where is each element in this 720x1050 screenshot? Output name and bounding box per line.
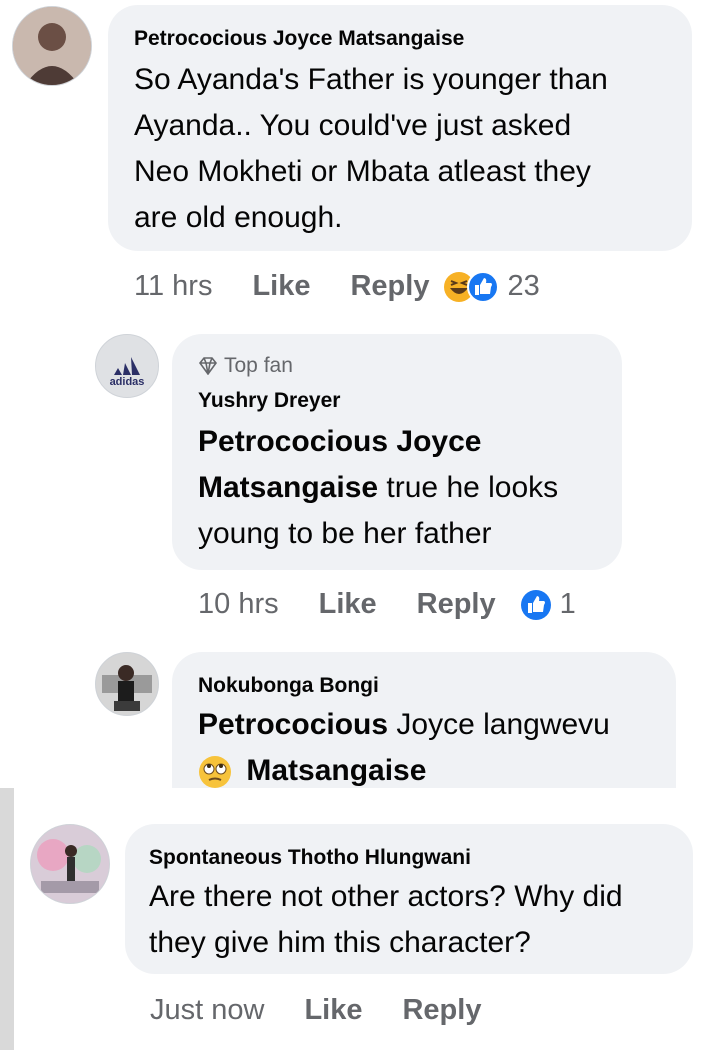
timestamp[interactable]: 11 hrs: [134, 270, 212, 303]
left-edge-bar: [0, 788, 14, 1050]
comment-author[interactable]: Spontaneous Thotho Hlungwani: [149, 846, 471, 870]
avatar[interactable]: [95, 652, 159, 716]
like-button[interactable]: Like: [252, 270, 310, 303]
comment-actions: 10 hrs Like Reply 1: [198, 588, 576, 621]
reaction-count: 1: [559, 588, 576, 620]
comment-line: Ayanda.. You could've just asked: [134, 109, 572, 142]
comment-text: So Ayanda's Father is younger than Ayand…: [134, 57, 608, 241]
top-fan-label: Top fan: [224, 354, 293, 377]
mention-link[interactable]: Petrococious Joyce: [198, 425, 481, 458]
comment-author[interactable]: Petrococious Joyce Matsangaise: [134, 27, 464, 51]
comment-author[interactable]: Nokubonga Bongi: [198, 674, 379, 698]
avatar[interactable]: adidas: [95, 334, 159, 398]
avatar[interactable]: [30, 824, 110, 904]
reply-button[interactable]: Reply: [417, 588, 496, 621]
top-fan-badge: Top fan: [198, 354, 293, 378]
reaction-count: 23: [507, 270, 540, 302]
reactions[interactable]: 23: [443, 270, 540, 303]
reply-button[interactable]: Reply: [350, 270, 429, 303]
comment-actions: Just now Like Reply: [150, 994, 481, 1027]
comment-author[interactable]: Yushry Dreyer: [198, 389, 340, 413]
timestamp[interactable]: 10 hrs: [198, 588, 279, 621]
reactions[interactable]: 1: [520, 588, 576, 621]
diamond-icon: [198, 357, 218, 375]
comment-bubble: Spontaneous Thotho Hlungwani Are there n…: [125, 824, 693, 974]
comment-bubble: Petrococious Joyce Matsangaise So Ayanda…: [108, 5, 692, 251]
comment-actions: 11 hrs Like Reply 23: [134, 270, 540, 303]
like-button[interactable]: Like: [319, 588, 377, 621]
timestamp[interactable]: Just now: [150, 994, 264, 1027]
avatar-logo-text: adidas: [110, 376, 145, 388]
eye-roll-emoji-icon: [199, 756, 231, 789]
comment-line: So Ayanda's Father is younger than: [134, 63, 608, 96]
comment-text-segment: true he looks: [378, 471, 559, 504]
reply-button[interactable]: Reply: [402, 994, 481, 1027]
comment-text-segment: Joyce langwevu: [388, 708, 610, 741]
comment-text: Are there not other actors? Why did they…: [149, 874, 623, 966]
comment-text: Petrococious Joyce Matsangaise true he l…: [198, 419, 618, 557]
comment-line: Neo Mokheti or Mbata atleast they: [134, 155, 591, 188]
mention-link[interactable]: Matsangaise: [198, 471, 378, 504]
comment-text: Petrococious Joyce langwevu Matsangaise: [198, 702, 668, 794]
like-icon: [467, 270, 500, 303]
mention-link[interactable]: Petrococious: [198, 708, 388, 741]
comment-line: they give him this character?: [149, 926, 531, 959]
comment-bubble: Top fan Yushry Dreyer Petrococious Joyce…: [172, 334, 622, 570]
comment-line: young to be her father: [198, 517, 492, 550]
like-button[interactable]: Like: [304, 994, 362, 1027]
comment-line: are old enough.: [134, 201, 343, 234]
like-icon: [520, 589, 551, 620]
mention-link[interactable]: Matsangaise: [246, 754, 426, 787]
comment-line: Are there not other actors? Why did: [149, 880, 623, 913]
avatar[interactable]: [12, 6, 92, 86]
